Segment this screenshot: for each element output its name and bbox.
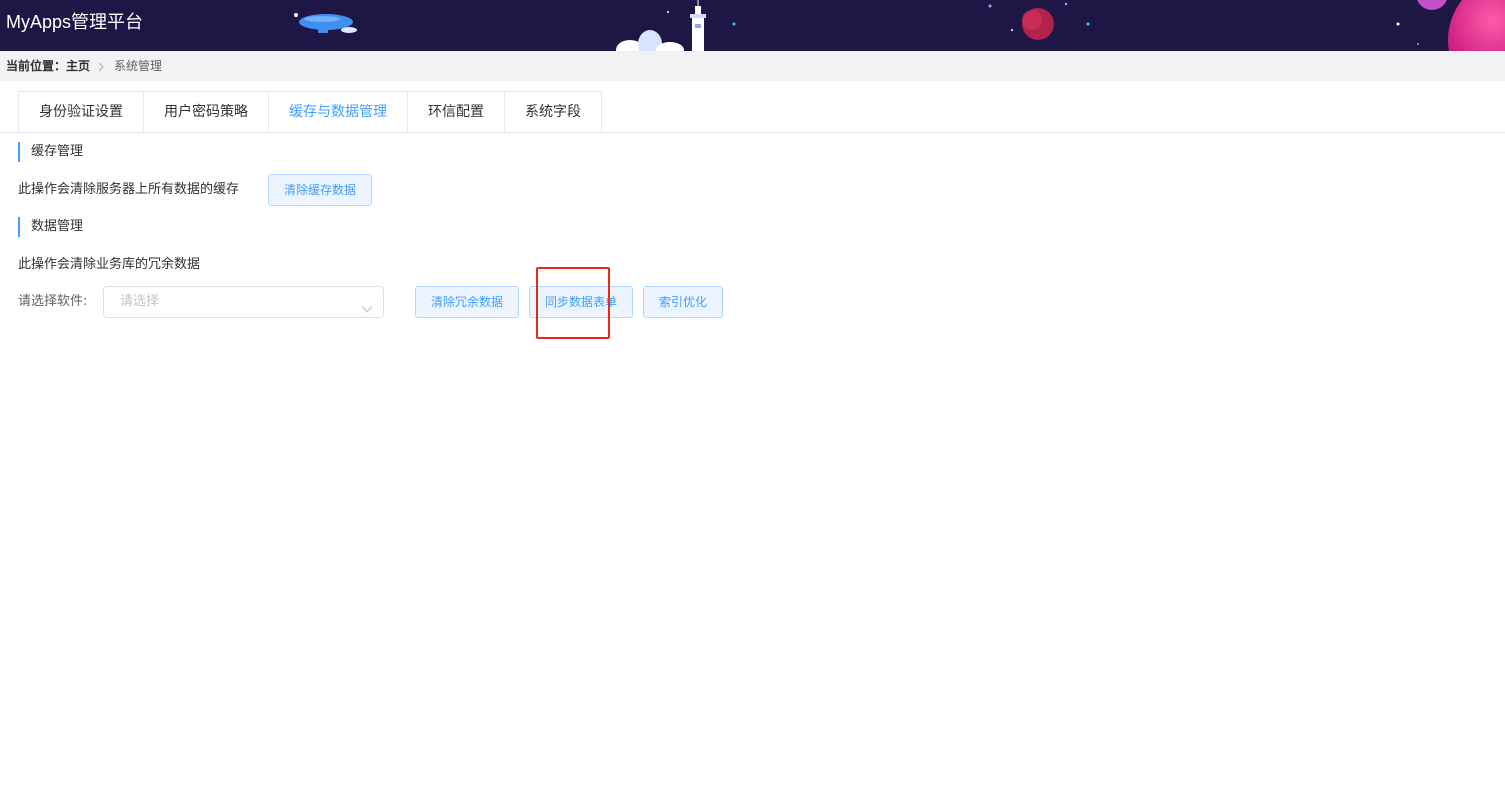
clear-cache-button[interactable]: 清除缓存数据 [268,174,372,206]
tab-identity-auth[interactable]: 身份验证设置 [18,91,144,131]
settings-tabs: 身份验证设置 用户密码策略 缓存与数据管理 环信配置 系统字段 [0,91,1505,133]
tab-easemob-config[interactable]: 环信配置 [407,91,505,131]
index-optimize-button[interactable]: 索引优化 [643,286,723,318]
cache-section-title: 缓存管理 [18,142,83,162]
clear-redundant-data-button[interactable]: 清除冗余数据 [415,286,519,318]
software-select-placeholder: 请选择 [120,294,160,309]
breadcrumb-home-link[interactable]: 主页 [66,51,90,81]
data-section-title: 数据管理 [18,217,83,237]
chevron-right-icon [97,51,105,81]
breadcrumb-current: 系统管理 [114,59,163,73]
software-select-label: 请选择软件: [18,294,88,309]
header-decoration-art [294,0,1505,51]
software-select[interactable]: 请选择 [103,286,384,318]
breadcrumb: 当前位置： 主页 系统管理 [0,51,1505,81]
app-title: MyApps管理平台 [6,12,144,32]
top-header: MyApps管理平台 [0,0,1505,51]
tab-password-policy[interactable]: 用户密码策略 [143,91,269,131]
data-description: 此操作会清除业务库的冗余数据 [18,257,201,272]
tab-system-fields[interactable]: 系统字段 [504,91,602,131]
chevron-down-icon [361,298,373,317]
breadcrumb-prefix: 当前位置： [6,59,67,73]
sync-data-tables-button[interactable]: 同步数据表单 [529,286,633,318]
tab-cache-data-management[interactable]: 缓存与数据管理 [268,91,408,132]
cache-description: 此操作会清除服务器上所有数据的缓存 [18,182,240,197]
